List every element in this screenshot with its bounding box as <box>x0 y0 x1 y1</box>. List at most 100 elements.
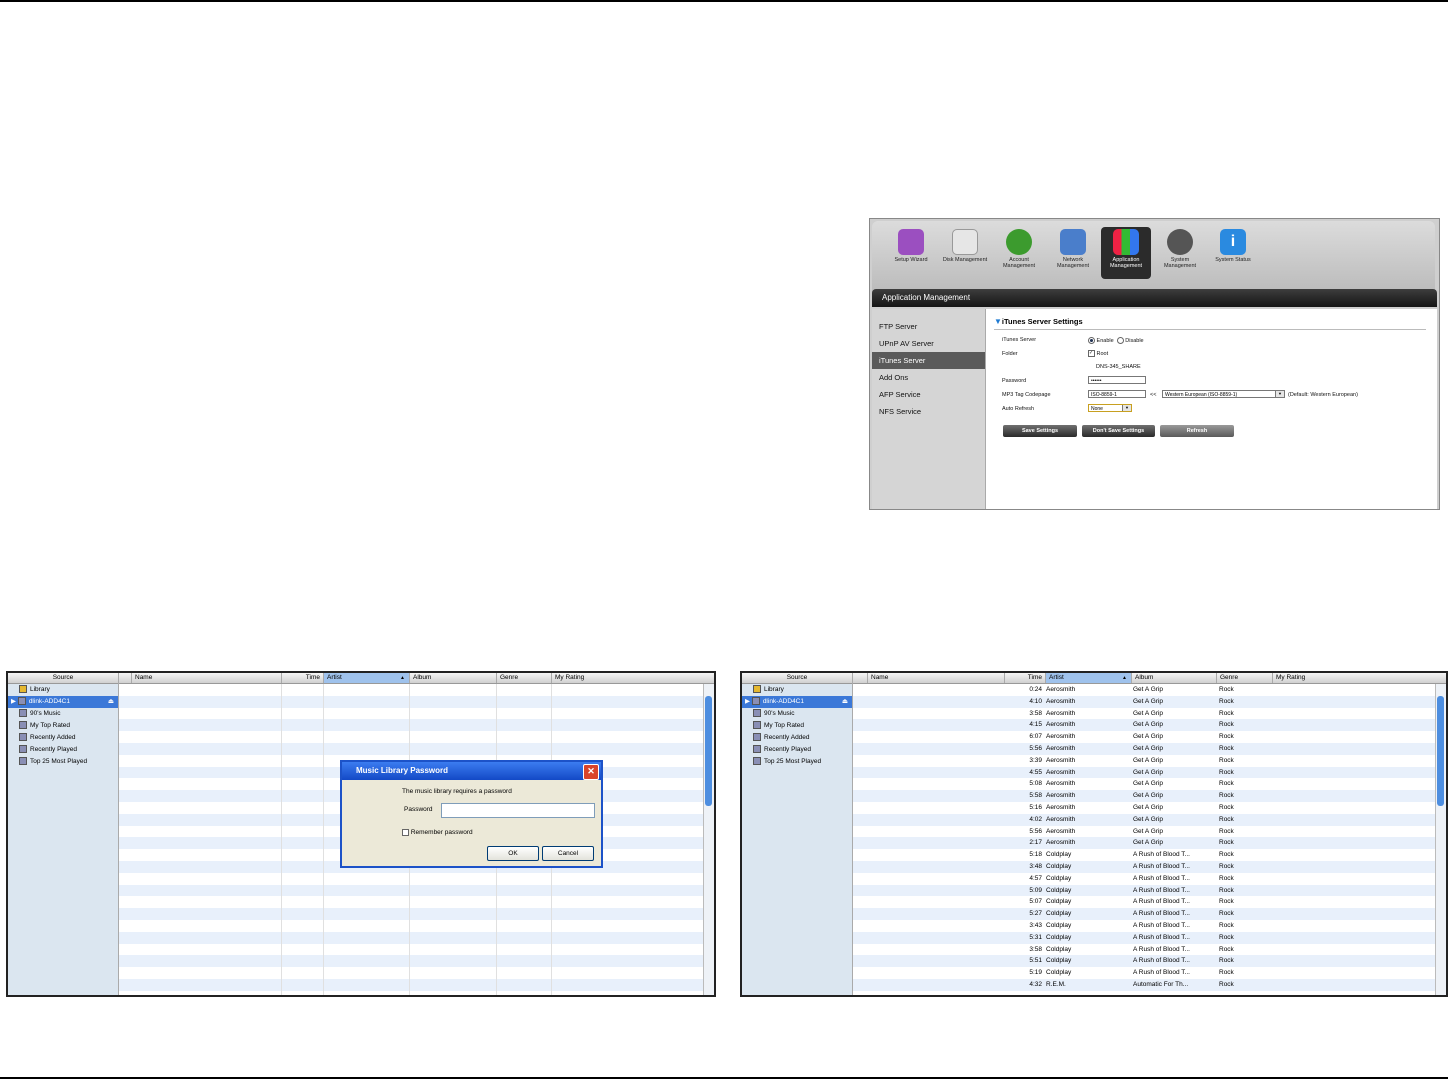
empty-row <box>119 944 704 956</box>
source-playlist[interactable]: 90's Music <box>742 708 852 720</box>
table-row[interactable]: ✓Green Eyes➜3:43Coldplay➜A Rush of Blood… <box>853 920 1436 932</box>
table-row[interactable]: ✓Walk On Down➜3:39Aerosmith➜Get A Grip➜R… <box>853 755 1436 767</box>
sidebar-item-ftp[interactable]: FTP Server <box>872 318 985 335</box>
table-row[interactable]: ✓Flesh➜5:56Aerosmith➜Get A Grip➜Rock <box>853 742 1436 755</box>
track-time: 4:10 <box>1029 697 1042 705</box>
scrollbar-thumb[interactable] <box>1437 696 1444 806</box>
table-row[interactable]: ✓Amazing➜5:56Aerosmith➜Get A Grip➜Rock <box>853 826 1436 838</box>
col-name[interactable]: Name <box>867 673 1004 683</box>
col-genre[interactable]: Genre <box>1216 673 1272 683</box>
top-rule <box>0 0 1448 2</box>
library-icon <box>753 685 761 694</box>
nav-system-status[interactable]: i System Status <box>1208 227 1258 279</box>
refresh-button[interactable]: Refresh <box>1160 425 1234 437</box>
codepage-arrow[interactable]: << <box>1150 392 1156 398</box>
table-row[interactable]: ✓The Scientist➜5:09Coldplay➜A Rush of Bl… <box>853 884 1436 897</box>
table-row[interactable]: ✓Shut Up And Dance➜4:55Aerosmith➜Get A G… <box>853 766 1436 779</box>
table-row[interactable]: ✓Line Up➜4:02Aerosmith➜Get A Grip➜Rock <box>853 813 1436 826</box>
auto-refresh-select[interactable]: None ▼ <box>1088 404 1132 412</box>
table-row[interactable]: ✓Eat The Rich➜4:10Aerosmith➜Get A Grip➜R… <box>853 695 1436 708</box>
cancel-button[interactable]: Cancel <box>542 846 594 861</box>
col-artist[interactable]: Artist ▲ <box>1045 673 1131 683</box>
table-row[interactable]: ✓Crazy➜5:16Aerosmith➜Get A Grip➜Rock <box>853 802 1436 814</box>
track-genre: Rock <box>1219 827 1234 835</box>
source-shared-library[interactable]: ▶ dlink-ADD4C1 ⏏ <box>8 696 118 708</box>
col-name[interactable]: Name <box>131 673 281 683</box>
dont-save-settings-button[interactable]: Don't Save Settings <box>1082 425 1155 437</box>
password-input[interactable] <box>441 803 595 818</box>
table-row[interactable]: ✓Amsterdam➜5:19Coldplay➜A Rush of Blood … <box>853 967 1436 979</box>
nav-disk-management[interactable]: Disk Management <box>940 227 990 279</box>
sidebar-item-nfs[interactable]: NFS Service <box>872 403 985 420</box>
table-row[interactable]: ✓Gotta Love It➜5:58Aerosmith➜Get A Grip➜… <box>853 790 1436 802</box>
col-artist[interactable]: Artist ▲ <box>323 673 409 683</box>
remember-checkbox[interactable] <box>402 829 409 836</box>
table-row[interactable]: ✓Boogie Man➜2:17Aerosmith➜Get A Grip➜Roc… <box>853 837 1436 850</box>
track-time: 3:43 <box>1029 921 1042 929</box>
table-row[interactable]: ✓A Rush Of Blood To The Head➜5:51Coldpla… <box>853 955 1436 968</box>
source-playlist[interactable]: My Top Rated <box>8 720 118 732</box>
disable-radio[interactable] <box>1116 337 1124 344</box>
eject-icon[interactable]: ⏏ <box>108 696 114 708</box>
source-library[interactable]: Library <box>742 684 852 696</box>
col-rating[interactable]: My Rating <box>551 673 611 683</box>
table-row[interactable]: ✓Politik➜5:18Coldplay➜A Rush of Blood T.… <box>853 849 1436 861</box>
nav-setup-wizard[interactable]: Setup Wizard <box>886 227 936 279</box>
col-time[interactable]: Time <box>281 673 323 683</box>
track-artist: Coldplay <box>1046 874 1072 882</box>
root-checkbox[interactable]: ✓ <box>1088 350 1095 357</box>
table-row[interactable]: ✓Clocks➜5:07Coldplay➜A Rush of Blood T..… <box>853 896 1436 908</box>
col-time[interactable]: Time <box>1004 673 1045 683</box>
table-row[interactable]: ✓Cryin'➜5:08Aerosmith➜Get A Grip➜Rock <box>853 778 1436 790</box>
eject-icon[interactable]: ⏏ <box>842 696 848 708</box>
track-artist: Aerosmith <box>1046 756 1076 764</box>
source-playlist[interactable]: Recently Played <box>742 744 852 756</box>
sidebar-item-afp[interactable]: AFP Service <box>872 386 985 403</box>
sidebar-item-addons[interactable]: Add Ons <box>872 369 985 386</box>
table-row[interactable]: ✓Drive➜4:32R.E.M.➜Automatic For Th...➜Ro… <box>853 978 1436 991</box>
password-field[interactable]: •••••• <box>1088 376 1146 384</box>
track-artist: Aerosmith <box>1046 792 1076 800</box>
save-settings-button[interactable]: Save Settings <box>1003 425 1077 437</box>
nav-account-management[interactable]: Account Management <box>994 227 1044 279</box>
collapse-triangle-icon[interactable]: ▼ <box>994 317 1002 326</box>
source-playlist[interactable]: Recently Added <box>742 732 852 744</box>
table-row[interactable]: ✓Get A Grip➜3:58Aerosmith➜Get A Grip➜Roc… <box>853 708 1436 720</box>
source-playlist[interactable]: Recently Played <box>8 744 118 756</box>
table-row[interactable]: ✓Warning Sign➜5:31Coldplay➜A Rush of Blo… <box>853 931 1436 944</box>
ok-button[interactable]: OK <box>487 846 539 861</box>
enable-radio[interactable] <box>1088 337 1095 344</box>
table-row[interactable]: ✓Daylight➜5:27Coldplay➜A Rush of Blood T… <box>853 908 1436 920</box>
col-album[interactable]: Album <box>409 673 496 683</box>
source-playlist[interactable]: Recently Added <box>8 732 118 744</box>
nav-application-management[interactable]: Application Management <box>1101 227 1151 279</box>
close-icon[interactable]: ✕ <box>583 764 599 780</box>
table-row[interactable]: ✓Fever➜4:15Aerosmith➜Get A Grip➜Rock <box>853 719 1436 732</box>
col-genre[interactable]: Genre <box>496 673 551 683</box>
source-playlist[interactable]: 90's Music <box>8 708 118 720</box>
sidebar-item-itunes[interactable]: iTunes Server <box>872 352 985 369</box>
table-row[interactable]: ✓A Whisper➜3:58Coldplay➜A Rush of Blood … <box>853 944 1436 956</box>
remember-password[interactable]: Remember password <box>402 829 473 836</box>
nav-system-management[interactable]: System Management <box>1155 227 1205 279</box>
source-playlist[interactable]: My Top Rated <box>742 720 852 732</box>
track-time: 5:09 <box>1029 886 1042 894</box>
table-row[interactable]: ✓In My Place➜3:48Coldplay➜A Rush of Bloo… <box>853 860 1436 873</box>
vertical-scrollbar[interactable] <box>703 684 714 995</box>
table-row[interactable]: ✓Intro➜0:24Aerosmith➜Get A Grip➜Rock <box>853 684 1436 696</box>
col-rating[interactable]: My Rating <box>1272 673 1332 683</box>
codepage-field[interactable]: ISO-8859-1 <box>1088 390 1146 398</box>
nav-network-management[interactable]: Network Management <box>1048 227 1098 279</box>
vertical-scrollbar[interactable] <box>1435 684 1446 995</box>
col-album[interactable]: Album <box>1131 673 1216 683</box>
source-library[interactable]: Library <box>8 684 118 696</box>
share-folder[interactable]: DNS-345_SHARE <box>1096 364 1141 370</box>
source-playlist[interactable]: Top 25 Most Played <box>8 756 118 768</box>
source-playlist[interactable]: Top 25 Most Played <box>742 756 852 768</box>
sidebar-item-upnp[interactable]: UPnP AV Server <box>872 335 985 352</box>
codepage-select[interactable]: Western European (ISO-8859-1) ▼ <box>1162 390 1285 398</box>
table-row[interactable]: ✓Livin' On The Edge➜6:07Aerosmith➜Get A … <box>853 731 1436 743</box>
table-row[interactable]: ✓God Put A Smile Upon Your Face➜4:57Cold… <box>853 873 1436 885</box>
source-shared-library[interactable]: ▶ dlink-ADD4C1 ⏏ <box>742 696 852 708</box>
scrollbar-thumb[interactable] <box>705 696 712 806</box>
